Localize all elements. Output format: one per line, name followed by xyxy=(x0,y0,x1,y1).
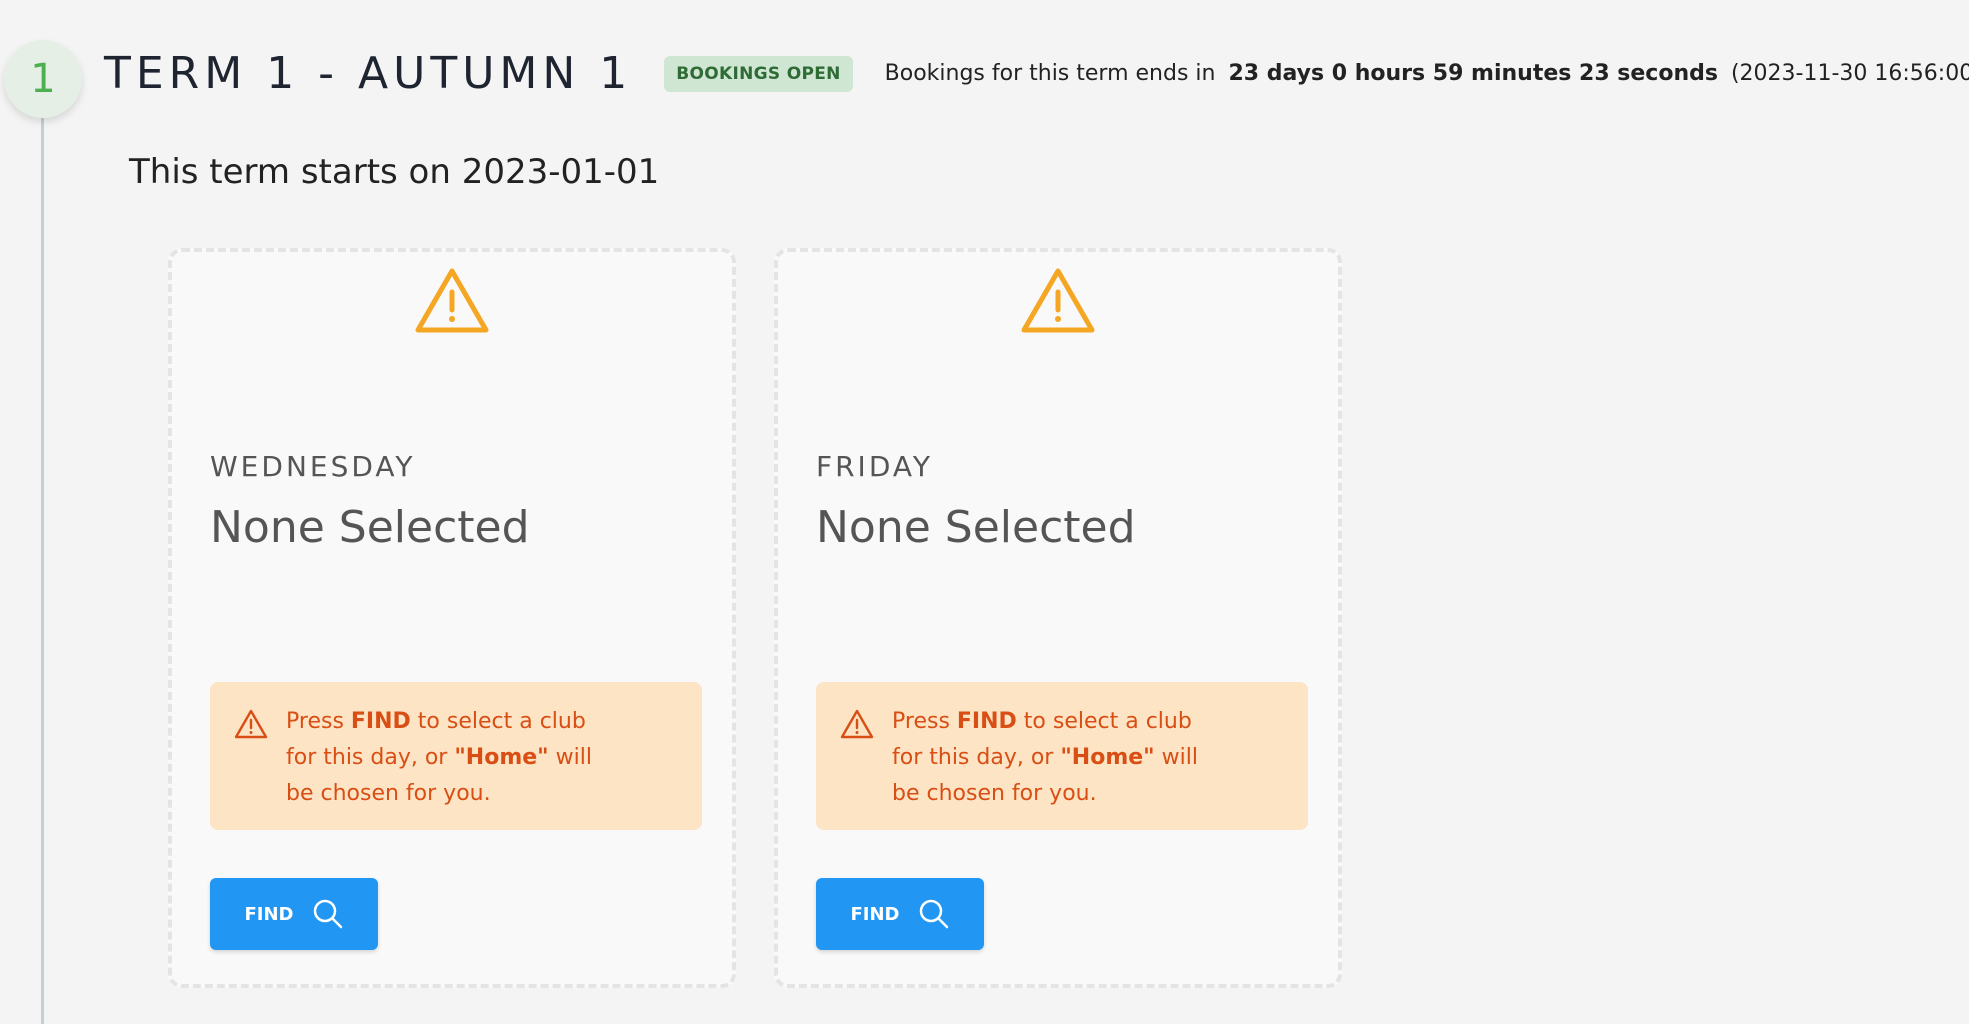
term-title: TERM 1 - AUTUMN 1 xyxy=(104,48,633,99)
find-button-label: FIND xyxy=(850,903,900,925)
alert-text: to select a club xyxy=(410,709,586,734)
status-badge: BOOKINGS OPEN xyxy=(664,55,853,92)
alert-text: Press xyxy=(892,709,957,734)
warning-triangle-icon xyxy=(1021,268,1095,333)
day-label: FRIDAY xyxy=(816,450,933,483)
alert-text: for this day, or xyxy=(286,745,455,770)
day-card-wednesday: WEDNESDAY None Selected Press FIND to se… xyxy=(168,248,736,988)
alert-text: to select a club xyxy=(1016,709,1192,734)
day-card-friday: FRIDAY None Selected Press FIND to selec… xyxy=(774,248,1342,988)
timeline-line xyxy=(41,112,44,1024)
booking-deadline: (2023-11-30 16:56:00) xyxy=(1730,61,1969,86)
alert-text: for this day, or xyxy=(892,745,1061,770)
alert-text: be chosen for you. xyxy=(286,781,491,806)
search-icon xyxy=(313,899,342,929)
alert-text: be chosen for you. xyxy=(892,781,1097,806)
search-icon xyxy=(919,899,948,929)
find-button[interactable]: FIND xyxy=(210,878,378,950)
alert-keyword-home: "Home" xyxy=(1060,745,1155,770)
alert-keyword-home: "Home" xyxy=(454,745,549,770)
term-start-date: This term starts on 2023-01-01 xyxy=(129,152,660,192)
alert-keyword-find: FIND xyxy=(350,709,411,734)
countdown-prefix: Bookings for this term ends in xyxy=(884,61,1216,86)
booking-countdown: Bookings for this term ends in 23 days 0… xyxy=(885,61,1969,86)
alert-text: Press xyxy=(286,709,351,734)
warning-triangle-icon xyxy=(415,268,489,333)
alert-text: will xyxy=(548,745,592,770)
alert-triangle-icon xyxy=(234,709,268,739)
selection-alert: Press FIND to select a club for this day… xyxy=(816,682,1308,830)
find-button-label: FIND xyxy=(244,903,294,925)
term-header: TERM 1 - AUTUMN 1 BOOKINGS OPEN Bookings… xyxy=(104,48,1969,99)
day-label: WEDNESDAY xyxy=(210,450,416,483)
club-selection: None Selected xyxy=(816,502,1136,553)
find-button[interactable]: FIND xyxy=(816,878,984,950)
selection-alert: Press FIND to select a club for this day… xyxy=(210,682,702,830)
alert-triangle-icon xyxy=(840,709,874,739)
club-selection: None Selected xyxy=(210,502,530,553)
step-number: 1 xyxy=(4,40,82,118)
alert-keyword-find: FIND xyxy=(956,709,1017,734)
alert-text: will xyxy=(1154,745,1198,770)
countdown-value: 23 days 0 hours 59 minutes 23 seconds xyxy=(1228,61,1718,86)
